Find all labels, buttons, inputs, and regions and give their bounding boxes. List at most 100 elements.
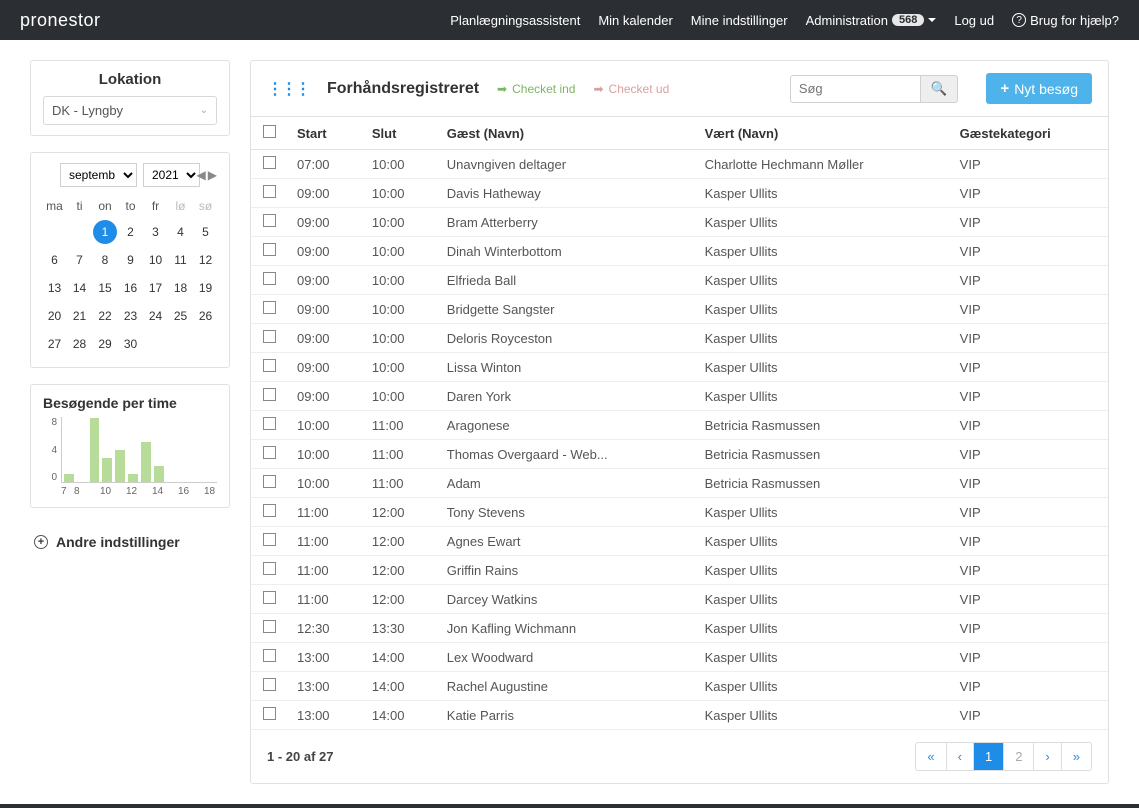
col-slut[interactable]: Slut bbox=[362, 117, 437, 150]
other-settings-toggle[interactable]: + Andre indstillinger bbox=[30, 524, 230, 560]
row-checkbox[interactable] bbox=[263, 388, 276, 401]
location-select[interactable]: DK - Lyngby ⌄ bbox=[43, 96, 217, 125]
cal-day[interactable]: 1 bbox=[93, 219, 117, 245]
cal-day[interactable]: 15 bbox=[93, 275, 117, 301]
row-checkbox[interactable] bbox=[263, 243, 276, 256]
row-checkbox[interactable] bbox=[263, 272, 276, 285]
table-row[interactable]: 13:0014:00Katie ParrisKasper UllitsVIP bbox=[251, 701, 1108, 730]
table-row[interactable]: 09:0010:00Elfrieda BallKasper UllitsVIP bbox=[251, 266, 1108, 295]
cal-day[interactable]: 17 bbox=[144, 275, 167, 301]
menu-dots-icon[interactable]: ⋮⋮⋮ bbox=[267, 79, 309, 99]
check-out-link[interactable]: ➡ Checket ud bbox=[593, 82, 669, 96]
row-checkbox[interactable] bbox=[263, 562, 276, 575]
table-row[interactable]: 09:0010:00Bram AtterberryKasper UllitsVI… bbox=[251, 208, 1108, 237]
new-visit-button[interactable]: + Nyt besøg bbox=[986, 73, 1092, 104]
select-all-checkbox[interactable] bbox=[263, 125, 276, 138]
table-row[interactable]: 07:0010:00Unavngiven deltagerCharlotte H… bbox=[251, 150, 1108, 179]
cal-day[interactable]: 3 bbox=[144, 219, 167, 245]
nav-planning[interactable]: Planlægningsassistent bbox=[450, 13, 580, 28]
table-row[interactable]: 11:0012:00Darcey WatkinsKasper UllitsVIP bbox=[251, 585, 1108, 614]
cal-day[interactable]: 8 bbox=[93, 247, 117, 273]
cal-day[interactable]: 26 bbox=[194, 303, 217, 329]
col-start[interactable]: Start bbox=[287, 117, 362, 150]
nav-admin[interactable]: Administration 568 bbox=[806, 13, 937, 28]
row-checkbox[interactable] bbox=[263, 591, 276, 604]
col-guest[interactable]: Gæst (Navn) bbox=[437, 117, 695, 150]
cal-day[interactable]: 18 bbox=[169, 275, 192, 301]
cal-day[interactable]: 4 bbox=[169, 219, 192, 245]
table-row[interactable]: 09:0010:00Dinah WinterbottomKasper Ullit… bbox=[251, 237, 1108, 266]
page-2[interactable]: 2 bbox=[1003, 743, 1033, 770]
row-checkbox[interactable] bbox=[263, 649, 276, 662]
cal-day[interactable]: 24 bbox=[144, 303, 167, 329]
table-row[interactable]: 09:0010:00Lissa WintonKasper UllitsVIP bbox=[251, 353, 1108, 382]
nav-help[interactable]: ? Brug for hjælp? bbox=[1012, 13, 1119, 28]
cal-day[interactable]: 7 bbox=[68, 247, 91, 273]
month-select[interactable]: septemb bbox=[60, 163, 137, 187]
row-checkbox[interactable] bbox=[263, 156, 276, 169]
table-row[interactable]: 09:0010:00Daren YorkKasper UllitsVIP bbox=[251, 382, 1108, 411]
page-1[interactable]: 1 bbox=[973, 743, 1003, 770]
row-checkbox[interactable] bbox=[263, 214, 276, 227]
cal-day[interactable]: 14 bbox=[68, 275, 91, 301]
col-category[interactable]: Gæstekategori bbox=[950, 117, 1108, 150]
cal-day[interactable]: 16 bbox=[119, 275, 142, 301]
page-first[interactable]: « bbox=[916, 743, 945, 770]
cal-day[interactable]: 2 bbox=[119, 219, 142, 245]
cal-day[interactable]: 23 bbox=[119, 303, 142, 329]
nav-logout[interactable]: Log ud bbox=[954, 13, 994, 28]
cal-day[interactable]: 29 bbox=[93, 331, 117, 357]
table-row[interactable]: 11:0012:00Agnes EwartKasper UllitsVIP bbox=[251, 527, 1108, 556]
table-row[interactable]: 10:0011:00AragoneseBetricia RasmussenVIP bbox=[251, 411, 1108, 440]
cal-day[interactable]: 28 bbox=[68, 331, 91, 357]
cal-day[interactable]: 6 bbox=[43, 247, 66, 273]
nav-settings[interactable]: Mine indstillinger bbox=[691, 13, 788, 28]
check-in-link[interactable]: ➡ Checket ind bbox=[497, 82, 575, 96]
table-row[interactable]: 13:0014:00Rachel AugustineKasper UllitsV… bbox=[251, 672, 1108, 701]
row-checkbox[interactable] bbox=[263, 330, 276, 343]
row-checkbox[interactable] bbox=[263, 446, 276, 459]
row-checkbox[interactable] bbox=[263, 475, 276, 488]
page-prev[interactable]: ‹ bbox=[946, 743, 973, 770]
year-select[interactable]: 2021 bbox=[143, 163, 200, 187]
page-last[interactable]: » bbox=[1061, 743, 1091, 770]
nav-calendar[interactable]: Min kalender bbox=[598, 13, 672, 28]
cal-day[interactable]: 19 bbox=[194, 275, 217, 301]
cal-next-icon[interactable]: ▶ bbox=[208, 168, 217, 182]
cal-day[interactable]: 9 bbox=[119, 247, 142, 273]
row-checkbox[interactable] bbox=[263, 359, 276, 372]
row-checkbox[interactable] bbox=[263, 533, 276, 546]
cal-day[interactable]: 13 bbox=[43, 275, 66, 301]
cal-day[interactable]: 27 bbox=[43, 331, 66, 357]
cal-day[interactable]: 21 bbox=[68, 303, 91, 329]
cal-day[interactable]: 30 bbox=[119, 331, 142, 357]
row-checkbox[interactable] bbox=[263, 620, 276, 633]
table-row[interactable]: 09:0010:00Davis HathewayKasper UllitsVIP bbox=[251, 179, 1108, 208]
search-input[interactable] bbox=[790, 75, 920, 103]
col-host[interactable]: Vært (Navn) bbox=[695, 117, 950, 150]
cal-day[interactable]: 5 bbox=[194, 219, 217, 245]
row-checkbox[interactable] bbox=[263, 417, 276, 430]
row-checkbox[interactable] bbox=[263, 707, 276, 720]
search-button[interactable]: 🔍 bbox=[920, 75, 959, 103]
cal-day[interactable]: 12 bbox=[194, 247, 217, 273]
table-row[interactable]: 10:0011:00Thomas Overgaard - Web...Betri… bbox=[251, 440, 1108, 469]
cal-day[interactable]: 10 bbox=[144, 247, 167, 273]
table-row[interactable]: 09:0010:00Bridgette SangsterKasper Ullit… bbox=[251, 295, 1108, 324]
cal-day[interactable]: 11 bbox=[169, 247, 192, 273]
row-checkbox[interactable] bbox=[263, 678, 276, 691]
row-checkbox[interactable] bbox=[263, 504, 276, 517]
table-row[interactable]: 11:0012:00Tony StevensKasper UllitsVIP bbox=[251, 498, 1108, 527]
cal-day[interactable]: 20 bbox=[43, 303, 66, 329]
page-next[interactable]: › bbox=[1033, 743, 1060, 770]
cal-prev-icon[interactable]: ◀ bbox=[197, 168, 206, 182]
table-row[interactable]: 13:0014:00Lex WoodwardKasper UllitsVIP bbox=[251, 643, 1108, 672]
table-row[interactable]: 10:0011:00AdamBetricia RasmussenVIP bbox=[251, 469, 1108, 498]
table-row[interactable]: 11:0012:00Griffin RainsKasper UllitsVIP bbox=[251, 556, 1108, 585]
table-row[interactable]: 12:3013:30Jon Kafling WichmannKasper Ull… bbox=[251, 614, 1108, 643]
table-row[interactable]: 09:0010:00Deloris RoycestonKasper Ullits… bbox=[251, 324, 1108, 353]
row-checkbox[interactable] bbox=[263, 301, 276, 314]
row-checkbox[interactable] bbox=[263, 185, 276, 198]
cal-day[interactable]: 22 bbox=[93, 303, 117, 329]
cal-day[interactable]: 25 bbox=[169, 303, 192, 329]
